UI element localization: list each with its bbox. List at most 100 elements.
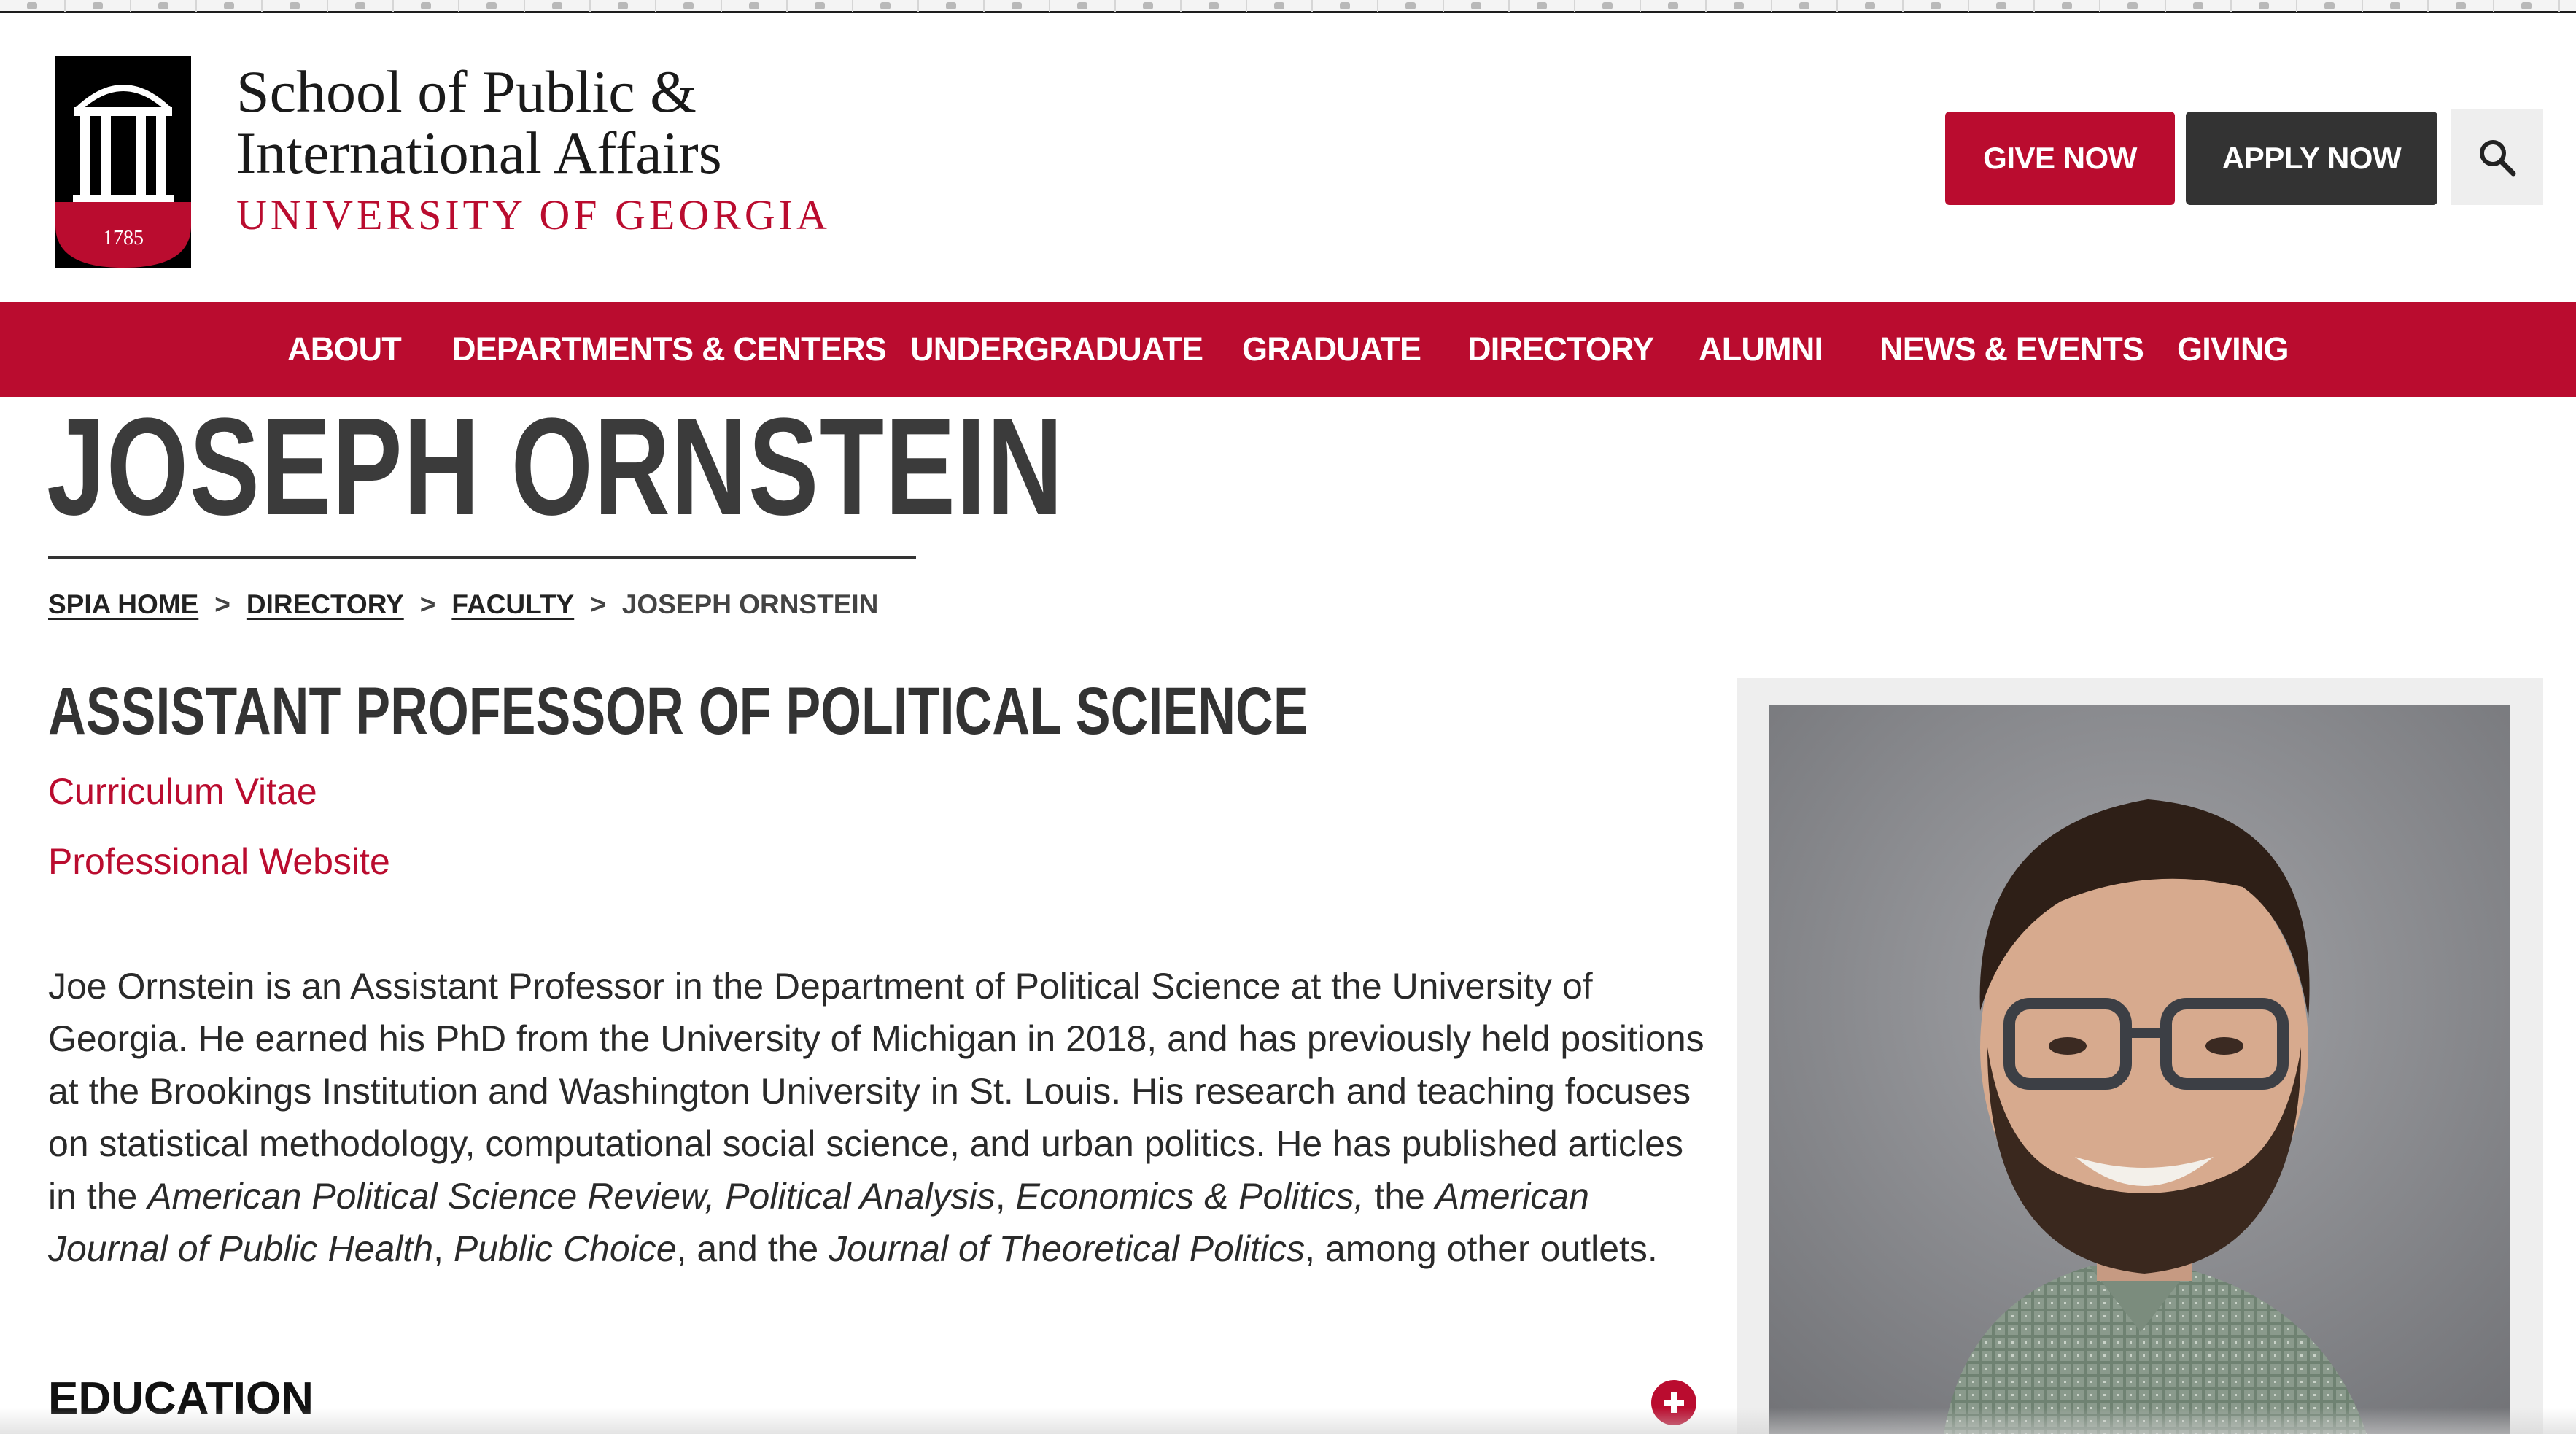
bookmark-item[interactable] xyxy=(1182,0,1247,12)
bookmark-item[interactable] xyxy=(788,0,853,12)
breadcrumb-separator: > xyxy=(590,589,606,619)
bookmark-icon xyxy=(1274,1,1284,9)
bookmark-item[interactable] xyxy=(2100,0,2166,12)
education-expand-button[interactable] xyxy=(1651,1380,1696,1425)
bookmark-item[interactable] xyxy=(2232,0,2297,12)
bookmark-item[interactable] xyxy=(853,0,919,12)
bookmark-item[interactable] xyxy=(1838,0,1904,12)
bookmark-icon xyxy=(1405,1,1416,9)
bookmark-icon xyxy=(2324,1,2335,9)
bookmark-item[interactable] xyxy=(1247,0,1313,12)
nav-item-graduate[interactable]: GRADUATE xyxy=(1242,302,1421,397)
bookmark-item[interactable] xyxy=(525,0,591,12)
bookmark-item[interactable] xyxy=(2363,0,2429,12)
breadcrumb-separator: > xyxy=(214,589,230,619)
job-title: ASSISTANT PROFESSOR OF POLITICAL SCIENCE xyxy=(48,674,1308,748)
nav-item-undergraduate[interactable]: UNDERGRADUATE xyxy=(910,302,1203,397)
bookmark-item[interactable] xyxy=(1904,0,1969,12)
bookmark-icon xyxy=(2193,1,2203,9)
bookmark-item[interactable] xyxy=(1444,0,1510,12)
bookmark-item[interactable] xyxy=(1772,0,1838,12)
search-button[interactable] xyxy=(2451,109,2543,205)
bookmark-item[interactable] xyxy=(2297,0,2363,12)
bookmark-item[interactable] xyxy=(2166,0,2232,12)
breadcrumb-spia-home[interactable]: SPIA HOME xyxy=(48,589,198,620)
bookmark-icon xyxy=(355,1,365,9)
bio-journal: Journal of Theoretical Politics xyxy=(829,1228,1306,1269)
bookmark-item[interactable] xyxy=(656,0,722,12)
bookmark-icon xyxy=(1602,1,1613,9)
bookmark-icon xyxy=(1537,1,1547,9)
bookmarks-bar xyxy=(0,0,2576,13)
bookmark-item[interactable] xyxy=(394,0,459,12)
nav-item-directory[interactable]: DIRECTORY xyxy=(1467,302,1654,397)
bio-text: the xyxy=(1364,1176,1435,1217)
brand-school-name-line2[interactable]: International Affairs xyxy=(236,122,722,185)
bio-text: , among other outlets. xyxy=(1305,1228,1658,1269)
bookmark-item[interactable] xyxy=(2494,0,2560,12)
bookmark-icon xyxy=(815,1,825,9)
bookmark-icon xyxy=(1471,1,1481,9)
bookmark-item[interactable] xyxy=(722,0,788,12)
bookmark-item[interactable] xyxy=(919,0,985,12)
bookmark-item[interactable] xyxy=(328,0,394,12)
bookmark-icon xyxy=(1012,1,1022,9)
bookmark-item[interactable] xyxy=(985,0,1050,12)
bookmark-item[interactable] xyxy=(1641,0,1707,12)
site-header: 1785 School of Public & International Af… xyxy=(0,15,2576,302)
bookmark-item[interactable] xyxy=(591,0,656,12)
bookmark-item[interactable] xyxy=(1050,0,1116,12)
bio-journal: American Political Science Review, Polit… xyxy=(147,1176,996,1217)
nav-item-news-events[interactable]: NEWS & EVENTS xyxy=(1879,302,2144,397)
bookmark-icon xyxy=(1799,1,1809,9)
bookmark-item[interactable] xyxy=(1313,0,1378,12)
bookmark-item[interactable] xyxy=(0,0,66,12)
bookmark-item[interactable] xyxy=(2429,0,2494,12)
bookmark-icon xyxy=(1209,1,1219,9)
brand-university-name[interactable]: UNIVERSITY OF GEORGIA xyxy=(236,192,831,239)
bookmark-icon xyxy=(552,1,562,9)
professional-website-link[interactable]: Professional Website xyxy=(48,840,390,883)
bookmark-item[interactable] xyxy=(66,0,131,12)
logo-year: 1785 xyxy=(103,227,144,249)
bookmark-icon xyxy=(27,1,37,9)
bookmark-icon xyxy=(2456,1,2466,9)
bookmark-icon xyxy=(158,1,168,9)
nav-item-departments-centers[interactable]: DEPARTMENTS & CENTERS xyxy=(452,302,887,397)
bookmark-item[interactable] xyxy=(2035,0,2100,12)
bookmark-item[interactable] xyxy=(459,0,525,12)
bio-journal: Economics & Politics, xyxy=(1015,1176,1365,1217)
arch-logo-icon[interactable]: 1785 xyxy=(55,56,191,268)
nav-item-giving[interactable]: GIVING xyxy=(2177,302,2289,397)
bookmark-item[interactable] xyxy=(1378,0,1444,12)
nav-item-about[interactable]: ABOUT xyxy=(287,302,402,397)
main-navigation: ABOUT DEPARTMENTS & CENTERS UNDERGRADUAT… xyxy=(0,302,2576,397)
page-title: JOSEPH ORNSTEIN xyxy=(47,389,1064,544)
brand-school-name-line1[interactable]: School of Public & xyxy=(236,61,697,123)
plus-circle-icon xyxy=(1664,1392,1684,1413)
education-heading[interactable]: EDUCATION xyxy=(48,1373,314,1425)
bookmark-icon xyxy=(1996,1,2006,9)
bookmark-item[interactable] xyxy=(1575,0,1641,12)
give-now-button[interactable]: GIVE NOW xyxy=(1945,112,2175,205)
bookmark-icon xyxy=(2259,1,2269,9)
breadcrumb-directory[interactable]: DIRECTORY xyxy=(247,589,404,620)
bookmark-item[interactable] xyxy=(197,0,263,12)
bookmark-item[interactable] xyxy=(1510,0,1575,12)
curriculum-vitae-link[interactable]: Curriculum Vitae xyxy=(48,770,317,813)
title-divider xyxy=(48,556,916,559)
bookmark-item[interactable] xyxy=(1707,0,1772,12)
apply-now-button[interactable]: APPLY NOW xyxy=(2186,112,2437,205)
bookmark-icon xyxy=(1143,1,1153,9)
bookmark-icon xyxy=(2390,1,2400,9)
profile-photo xyxy=(1769,705,2510,1434)
bookmark-item[interactable] xyxy=(1969,0,2035,12)
nav-item-alumni[interactable]: ALUMNI xyxy=(1699,302,1823,397)
bio-text: , xyxy=(433,1228,454,1269)
bookmark-item[interactable] xyxy=(263,0,328,12)
bookmark-item[interactable] xyxy=(131,0,197,12)
bookmark-icon xyxy=(290,1,300,9)
bookmark-item[interactable] xyxy=(1116,0,1182,12)
breadcrumb-faculty[interactable]: FACULTY xyxy=(451,589,574,620)
bookmark-icon xyxy=(1340,1,1350,9)
